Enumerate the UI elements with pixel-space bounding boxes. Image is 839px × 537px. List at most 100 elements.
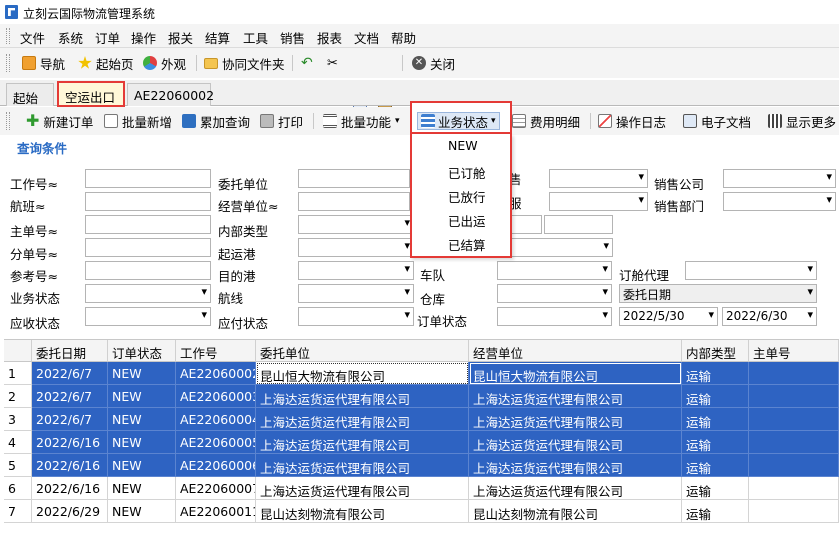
menu-settlement[interactable]: 结算: [205, 28, 230, 47]
cell-operator[interactable]: 昆山达刻物流有限公司: [469, 500, 682, 523]
master-no-input[interactable]: [85, 215, 211, 234]
operator-input[interactable]: [298, 192, 410, 211]
cell-entrust-date[interactable]: 2022/6/7: [32, 408, 108, 431]
menu-system[interactable]: 系统: [58, 28, 83, 47]
row-number[interactable]: 2: [4, 385, 32, 408]
split-no-input[interactable]: [85, 238, 211, 257]
cell-order-status[interactable]: NEW: [108, 454, 176, 477]
cell-job-no[interactable]: AE22060007: [176, 477, 256, 500]
tab-start-page[interactable]: 起始页: [6, 83, 54, 125]
cell-operator[interactable]: 上海达运货运代理有限公司: [469, 454, 682, 477]
row-number[interactable]: 1: [4, 362, 32, 385]
dep-port-select[interactable]: [298, 238, 414, 257]
job-no-input[interactable]: [85, 169, 211, 188]
row-number[interactable]: 7: [4, 500, 32, 523]
route-select[interactable]: [298, 284, 414, 303]
row-number[interactable]: 6: [4, 477, 32, 500]
table-row[interactable]: 5 2022/6/16 NEW AE22060006 上海达运货运代理有限公司 上海达运货…: [4, 454, 839, 477]
toolbar-grip[interactable]: [6, 112, 10, 130]
column-header-inner-type[interactable]: 内部类型: [682, 340, 749, 362]
batch-new-button[interactable]: 批量新增: [104, 112, 172, 130]
menu-reports[interactable]: 报表: [317, 28, 342, 47]
cut-icon[interactable]: ✂: [327, 54, 338, 72]
menu-help[interactable]: 帮助: [391, 28, 416, 47]
new-order-button[interactable]: ✚ 新建订单: [26, 112, 93, 130]
cell-job-no[interactable]: AE22060006: [176, 454, 256, 477]
sales-select[interactable]: [549, 169, 648, 188]
menu-customs[interactable]: 报关: [168, 28, 193, 47]
cell-client[interactable]: 上海达运货运代理有限公司: [256, 454, 469, 477]
cell-job-no[interactable]: AE22060002: [176, 362, 256, 385]
accumulate-query-button[interactable]: 累加查询: [182, 112, 250, 130]
cell-client[interactable]: 上海达运货运代理有限公司: [256, 477, 469, 500]
order-status-select[interactable]: [497, 307, 612, 326]
cell-master-no[interactable]: [749, 500, 839, 523]
cell-client[interactable]: 昆山达刻物流有限公司: [256, 500, 469, 523]
table-row[interactable]: 2 2022/6/7 NEW AE22060003 上海达运货运代理有限公司 上海达运货运…: [4, 385, 839, 408]
cell-operator[interactable]: 上海达运货运代理有限公司: [469, 385, 682, 408]
cell-job-no[interactable]: AE22060011: [176, 500, 256, 523]
shared-folder-button[interactable]: 协同文件夹: [204, 54, 285, 72]
flight-input[interactable]: [85, 192, 211, 211]
close-button[interactable]: ✕ 关闭: [412, 54, 455, 72]
batch-function-button[interactable]: 批量功能 ▾: [323, 112, 400, 130]
date-from-picker[interactable]: 2022/5/30: [619, 307, 718, 326]
column-header-job-no[interactable]: 工作号: [176, 340, 256, 362]
print-button[interactable]: 打印: [260, 112, 303, 130]
cell-client[interactable]: 上海达运货运代理有限公司: [256, 408, 469, 431]
status-option-booked[interactable]: 已订舱: [448, 163, 486, 182]
tab-air-export[interactable]: 空运出口: [57, 81, 125, 107]
cell-job-no[interactable]: AE22060004: [176, 408, 256, 431]
biz-status-select[interactable]: [85, 284, 211, 303]
home-button[interactable]: 起始页: [78, 54, 134, 72]
inner-type-select[interactable]: [298, 215, 414, 234]
cell-client[interactable]: 上海达运货运代理有限公司: [256, 385, 469, 408]
cell-order-status[interactable]: NEW: [108, 431, 176, 454]
cell-entrust-date[interactable]: 2022/6/16: [32, 431, 108, 454]
cell-operator[interactable]: 上海达运货运代理有限公司: [469, 477, 682, 500]
menu-documents[interactable]: 文档: [354, 28, 379, 47]
appearance-button[interactable]: 外观: [143, 54, 186, 72]
cell-inner-type[interactable]: 运输: [682, 385, 749, 408]
cell-inner-type[interactable]: 运输: [682, 362, 749, 385]
range-from-input[interactable]: [509, 215, 542, 234]
cell-client[interactable]: 昆山恒大物流有限公司: [256, 362, 469, 385]
cell-inner-type[interactable]: 运输: [682, 477, 749, 500]
row-number[interactable]: 3: [4, 408, 32, 431]
column-header-operator[interactable]: 经营单位: [469, 340, 682, 362]
ar-status-select[interactable]: [85, 307, 211, 326]
status-option-settled[interactable]: 已结算: [448, 235, 486, 254]
cell-entrust-date[interactable]: 2022/6/29: [32, 500, 108, 523]
warehouse-select[interactable]: [497, 284, 612, 303]
extra-select[interactable]: [509, 238, 613, 257]
cell-entrust-date[interactable]: 2022/6/16: [32, 477, 108, 500]
table-row[interactable]: 7 2022/6/29 NEW AE22060011 昆山达刻物流有限公司 昆山达刻物流有…: [4, 500, 839, 523]
cell-operator[interactable]: 上海达运货运代理有限公司: [469, 431, 682, 454]
cell-entrust-date[interactable]: 2022/6/7: [32, 385, 108, 408]
status-option-new[interactable]: NEW: [448, 138, 478, 153]
business-status-button[interactable]: 业务状态 ▾: [410, 101, 512, 134]
cell-entrust-date[interactable]: 2022/6/16: [32, 454, 108, 477]
cell-master-no[interactable]: [749, 385, 839, 408]
dest-port-select[interactable]: [298, 261, 414, 280]
range-to-input[interactable]: [544, 215, 613, 234]
table-row[interactable]: 1 2022/6/7 NEW AE22060002 昆山恒大物流有限公司 昆山恒大物流有限…: [4, 362, 839, 385]
row-number[interactable]: 4: [4, 431, 32, 454]
service-select[interactable]: [549, 192, 648, 211]
column-header-entrust-date[interactable]: 委托日期: [32, 340, 108, 362]
cell-master-no[interactable]: [749, 408, 839, 431]
cell-order-status[interactable]: NEW: [108, 362, 176, 385]
cell-job-no[interactable]: AE22060003: [176, 385, 256, 408]
cell-inner-type[interactable]: 运输: [682, 454, 749, 477]
date-field-select[interactable]: 委托日期: [619, 284, 817, 303]
cell-job-no[interactable]: AE22060005: [176, 431, 256, 454]
client-input[interactable]: [298, 169, 410, 188]
cell-master-no[interactable]: [749, 362, 839, 385]
column-header-order-status[interactable]: 订单状态: [108, 340, 176, 362]
menu-sales[interactable]: 销售: [280, 28, 305, 47]
cell-order-status[interactable]: NEW: [108, 500, 176, 523]
cell-operator[interactable]: 上海达运货运代理有限公司: [469, 408, 682, 431]
date-to-picker[interactable]: 2022/6/30: [722, 307, 817, 326]
fee-detail-button[interactable]: 费用明细: [512, 112, 580, 130]
cell-order-status[interactable]: NEW: [108, 408, 176, 431]
